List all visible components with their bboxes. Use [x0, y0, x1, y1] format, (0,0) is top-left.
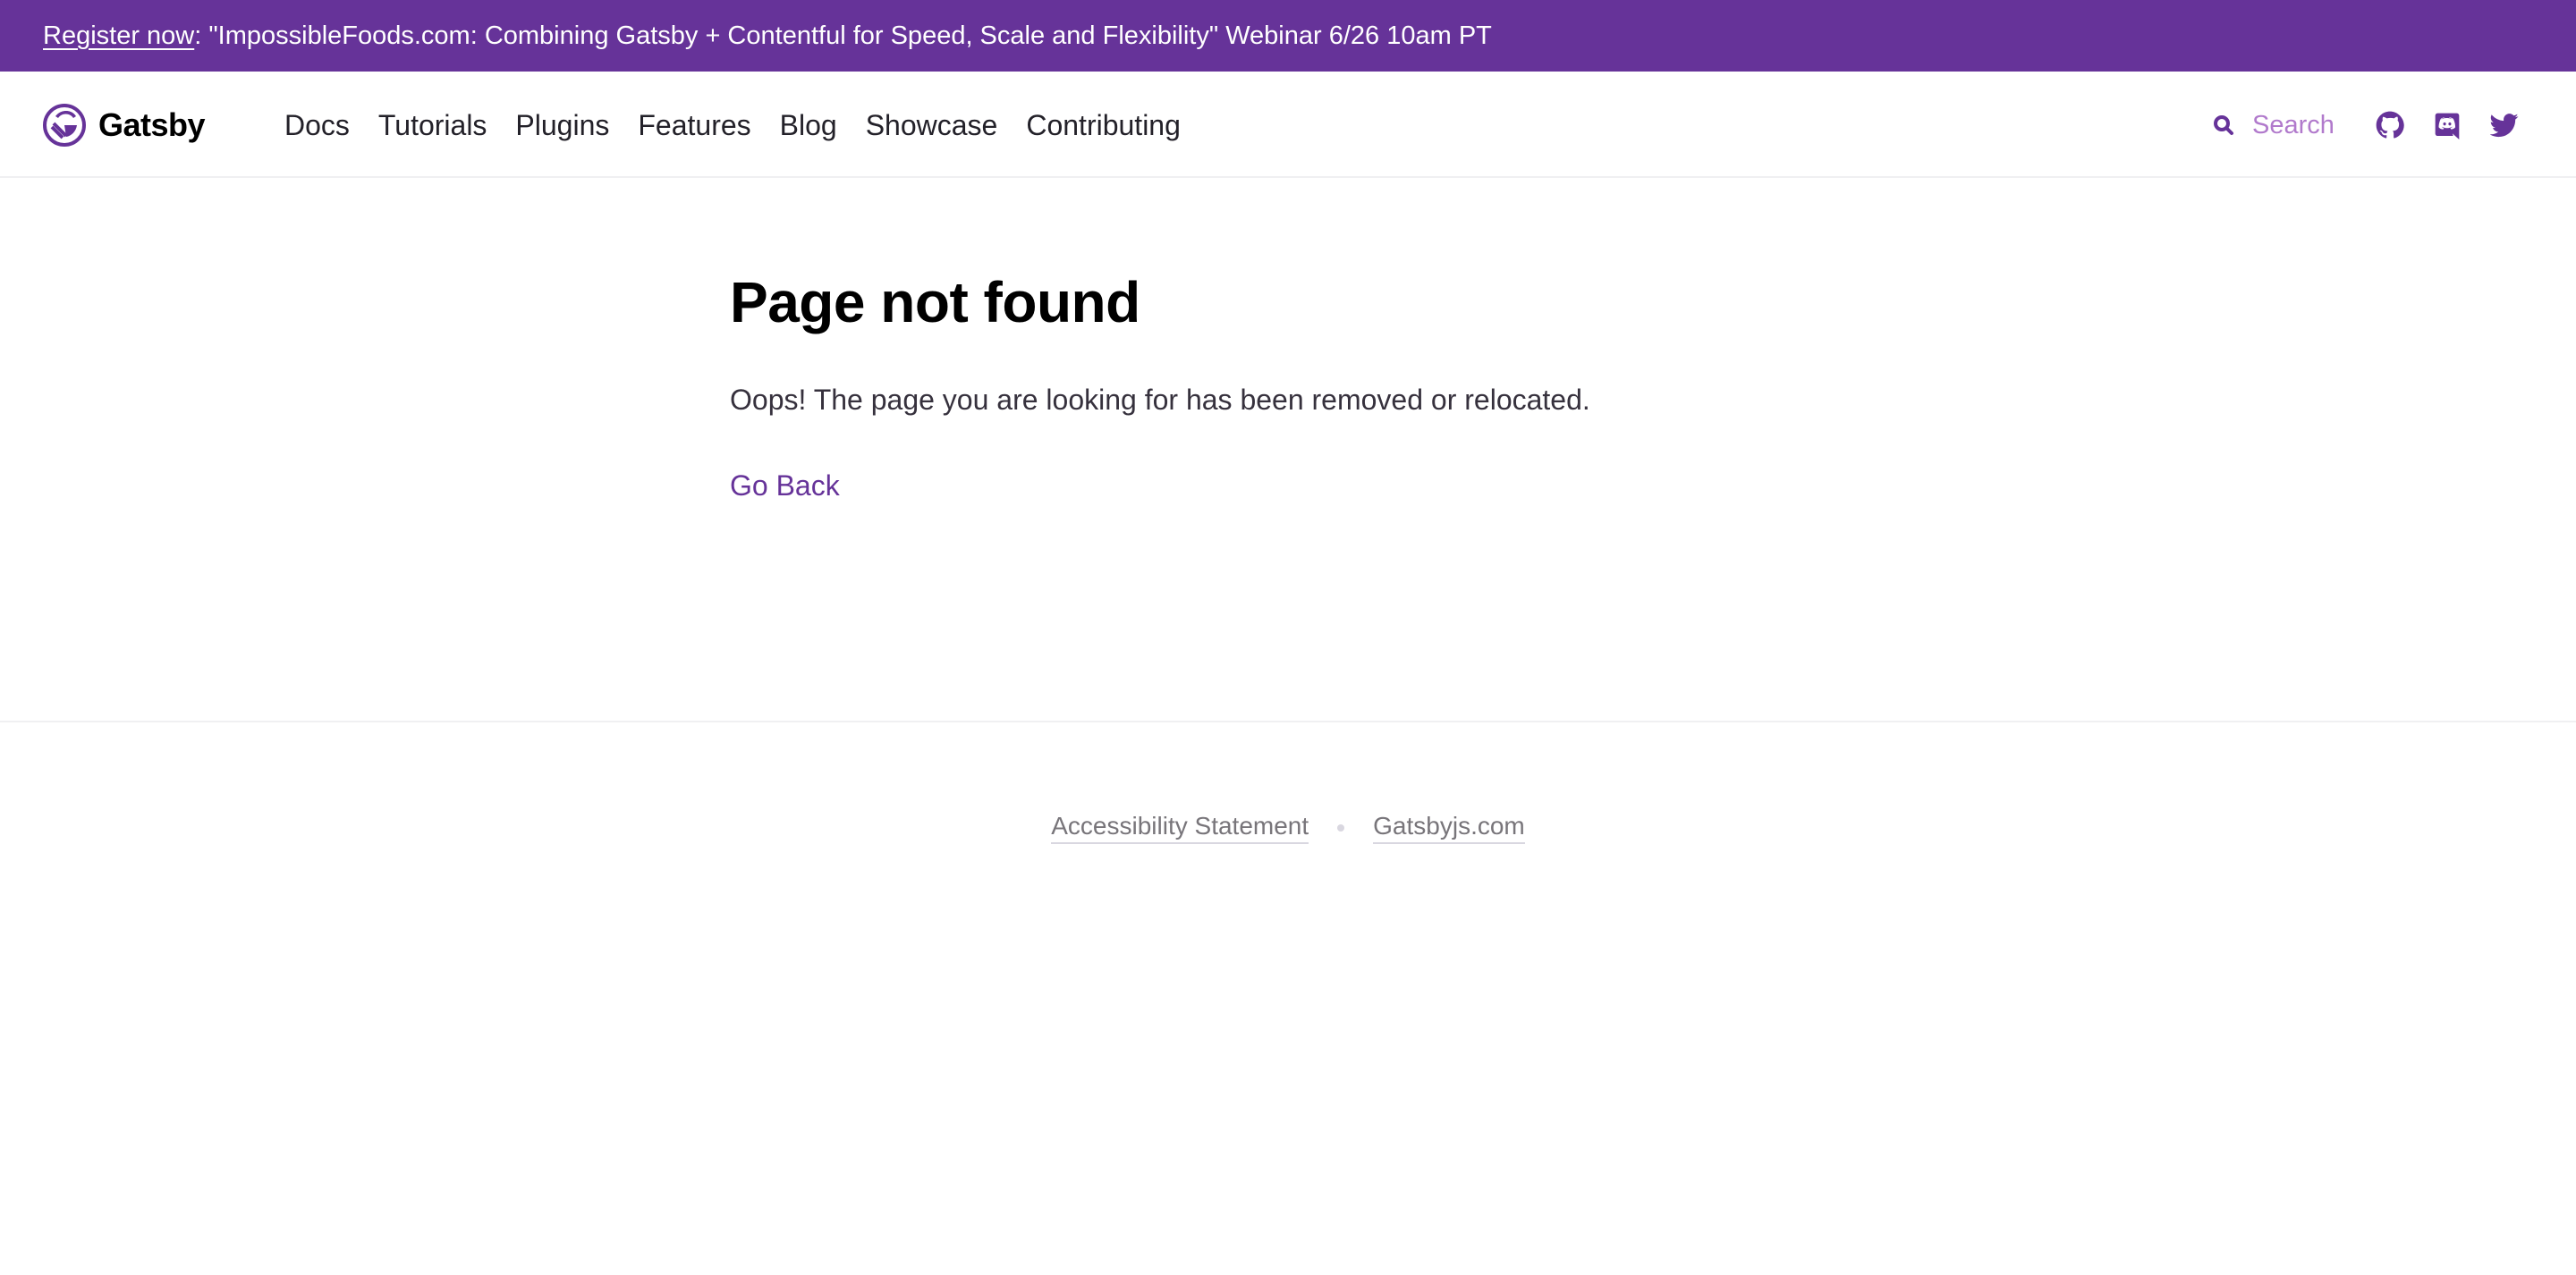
gatsby-logo-icon	[43, 104, 86, 147]
nav-showcase[interactable]: Showcase	[866, 109, 998, 142]
top-navigation: Gatsby Docs Tutorials Plugins Features B…	[0, 72, 2576, 178]
brand-home-link[interactable]: Gatsby	[43, 102, 206, 148]
nav-features[interactable]: Features	[638, 109, 750, 142]
nav-contributing[interactable]: Contributing	[1026, 109, 1181, 142]
nav-blog[interactable]: Blog	[780, 109, 837, 142]
gatsbyjs-link[interactable]: Gatsbyjs.com	[1373, 812, 1525, 844]
announcement-banner: Register now : "ImpossibleFoods.com: Com…	[0, 0, 2576, 72]
footer: Accessibility Statement Gatsbyjs.com	[0, 812, 2576, 844]
accessibility-statement-link[interactable]: Accessibility Statement	[1051, 812, 1309, 844]
search-box[interactable]: Search	[2213, 107, 2334, 143]
error-message: Oops! The page you are looking for has b…	[730, 384, 1590, 416]
search-icon	[2214, 115, 2233, 135]
github-icon	[2376, 111, 2404, 139]
main-nav: Docs Tutorials Plugins Features Blog Sho…	[284, 104, 1209, 147]
twitter-icon	[2490, 114, 2519, 138]
nav-plugins[interactable]: Plugins	[515, 109, 609, 142]
discord-icon	[2435, 113, 2460, 139]
register-now-link[interactable]: Register now	[43, 21, 194, 51]
page-title: Page not found	[730, 270, 1140, 334]
twitter-link[interactable]	[2490, 107, 2519, 143]
nav-tutorials[interactable]: Tutorials	[378, 109, 487, 142]
search-placeholder: Search	[2252, 110, 2334, 139]
go-back-link[interactable]: Go Back	[730, 469, 840, 502]
discord-link[interactable]	[2433, 107, 2462, 143]
footer-divider	[0, 721, 2576, 722]
nav-docs[interactable]: Docs	[284, 109, 350, 142]
brand-name: Gatsby	[98, 106, 206, 143]
github-link[interactable]	[2376, 107, 2404, 143]
footer-separator-dot	[1337, 824, 1345, 832]
banner-text: : "ImpossibleFoods.com: Combining Gatsby…	[194, 21, 1492, 50]
